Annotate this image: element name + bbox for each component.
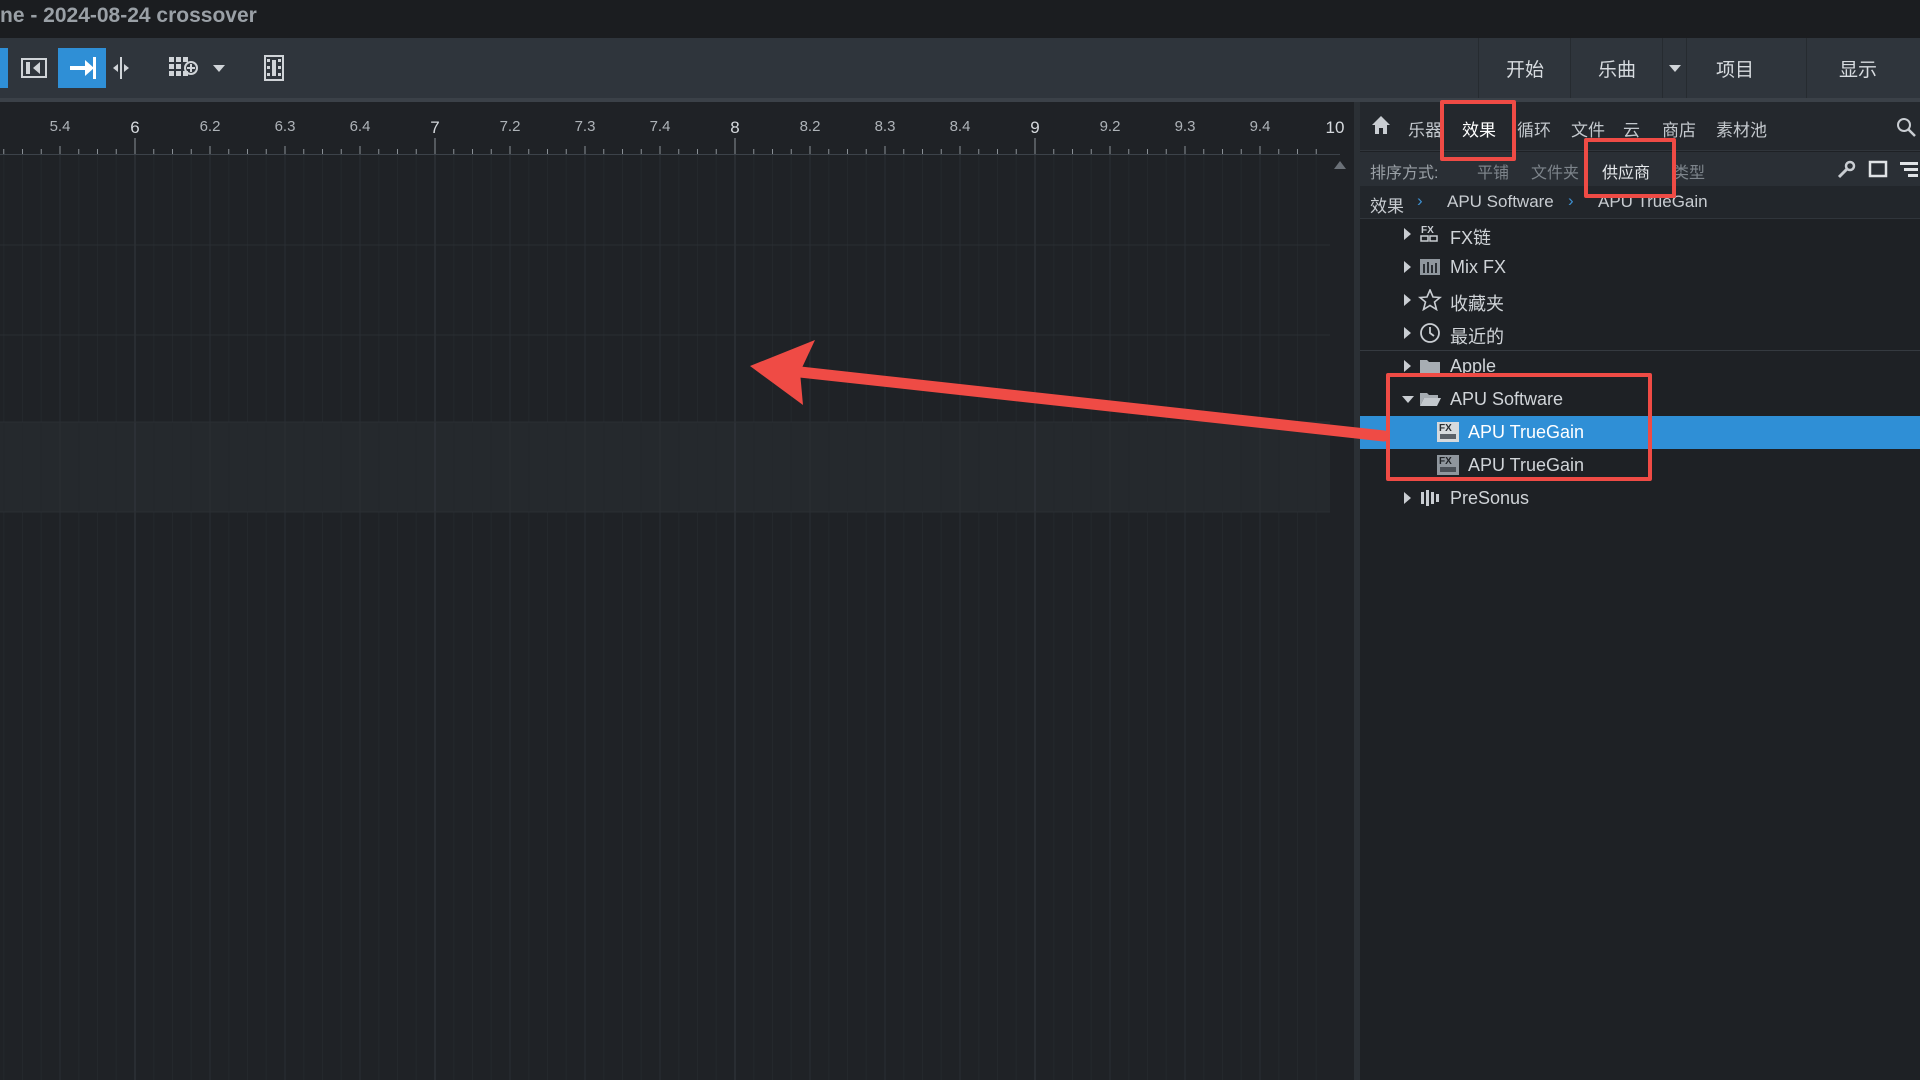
highlight-box-effects-tab [1440, 100, 1516, 161]
window-icon[interactable] [1868, 160, 1888, 183]
chevron-down-icon[interactable] [1662, 38, 1687, 98]
tree-label: Mix FX [1450, 257, 1506, 277]
loop-start-icon[interactable] [16, 48, 52, 88]
svg-text:FX: FX [1421, 225, 1434, 236]
list-item[interactable]: Mix FX [1360, 251, 1920, 284]
sort-folder[interactable]: 文件夹 [1531, 159, 1579, 183]
split-tool-icon[interactable] [108, 48, 134, 88]
breadcrumb-effects[interactable]: 效果 [1370, 192, 1404, 217]
star-icon [1417, 287, 1443, 312]
sort-flat[interactable]: 平铺 [1477, 159, 1509, 183]
ruler-tick-label: 9.2 [1099, 118, 1121, 135]
presonus-icon [1418, 487, 1442, 509]
chevron-right-icon: › [1417, 191, 1423, 210]
track-grid[interactable] [0, 155, 1330, 1080]
ruler-tick-label: 5.4 [49, 118, 71, 135]
highlight-box-apu-software [1386, 373, 1652, 481]
ruler-tick-label: 7.2 [499, 118, 521, 135]
nav-start-button[interactable]: 开始 [1478, 38, 1571, 98]
clock-icon [1418, 322, 1442, 344]
expand-arrow-icon[interactable] [1404, 294, 1411, 306]
tree-label: PreSonus [1450, 488, 1530, 508]
list-view-icon[interactable] [1898, 160, 1918, 183]
sort-type[interactable]: 类型 [1673, 159, 1705, 183]
video-film-icon[interactable] [258, 48, 290, 88]
breadcrumb-apu-software[interactable]: APU Software [1447, 192, 1554, 212]
ruler-tick-label: 8.4 [949, 118, 971, 135]
tree-label: 收藏夹 [1450, 294, 1504, 314]
nav-song-button[interactable]: 乐曲 [1570, 38, 1663, 98]
ruler-tick-label: 8.2 [799, 118, 821, 135]
tab-instruments[interactable]: 乐器 [1408, 116, 1442, 141]
ruler-tick-label: 8 [730, 118, 740, 137]
expand-arrow-icon[interactable] [1404, 228, 1411, 240]
timeline-ruler[interactable]: 5.4 6 6.2 6.3 6.4 7 7.2 7.3 7.4 8 8.2 8.3 8.4 9 9.2 9.3… [0, 102, 1344, 155]
list-item[interactable]: FX FX链 [1360, 218, 1920, 251]
vertical-scrollbar[interactable] [1330, 155, 1350, 1080]
nav-show-button[interactable]: 显示 [1806, 38, 1909, 98]
ruler-tick-label: 6.3 [274, 118, 296, 135]
list-item[interactable]: PreSonus [1360, 482, 1920, 515]
toolbar: 开始 乐曲 项目 显示 [0, 38, 1920, 102]
wrench-icon[interactable] [1836, 160, 1856, 185]
tab-loops[interactable]: 循环 [1517, 116, 1551, 141]
ruler-tick-label: 6 [130, 118, 140, 137]
ruler-tick-label: 9.4 [1249, 118, 1271, 135]
sort-label: 排序方式: [1370, 165, 1439, 182]
tree-label: 最近的 [1450, 327, 1504, 347]
ruler-tick-label: 10 [1325, 118, 1345, 137]
snap-grid-icon[interactable] [164, 48, 204, 88]
list-item[interactable]: 最近的 [1360, 317, 1920, 350]
ruler-tick-label: 6.2 [199, 118, 221, 135]
fx-chain-icon: FX [1418, 223, 1442, 245]
chevron-down-icon[interactable] [208, 48, 230, 88]
ruler-tick-label: 7.3 [574, 118, 596, 135]
expand-arrow-icon[interactable] [1404, 327, 1411, 339]
ruler-tick-label: 9 [1030, 118, 1040, 137]
list-item[interactable]: 收藏夹 [1360, 284, 1920, 317]
arrangement-view[interactable]: 5.4 6 6.2 6.3 6.4 7 7.2 7.3 7.4 8 8.2 8.3 8.4 9 9.2 9.3… [0, 102, 1354, 1080]
ruler-tick-label: 7 [430, 118, 440, 137]
search-icon[interactable] [1895, 116, 1917, 143]
chevron-right-icon: › [1568, 191, 1574, 210]
mix-fx-icon [1418, 256, 1442, 278]
ruler-tick-label: 9.3 [1174, 118, 1196, 135]
expand-arrow-icon[interactable] [1404, 261, 1411, 273]
tool-edge-button[interactable] [0, 48, 8, 88]
tree-label: FX链 [1450, 228, 1492, 248]
expand-arrow-icon[interactable] [1404, 492, 1411, 504]
home-icon[interactable] [1370, 114, 1392, 141]
tab-pool[interactable]: 素材池 [1716, 116, 1767, 141]
ruler-tick-label: 6.4 [349, 118, 371, 135]
highlight-box-vendor-sort [1584, 138, 1676, 198]
window-title: ne - 2024-08-24 crossover [0, 4, 257, 27]
browser-panel: 乐器 效果 循环 文件 云 商店 素材池 排序方式: 平铺 文件夹 供应商 类型… [1360, 102, 1920, 1080]
ruler-tick-label: 8.3 [874, 118, 896, 135]
follow-arrow-button[interactable] [58, 48, 106, 88]
ruler-tick-label: 7.4 [649, 118, 671, 135]
expand-arrow-icon[interactable] [1404, 360, 1411, 372]
title-bar: ne - 2024-08-24 crossover [0, 0, 1920, 38]
nav-project-button[interactable]: 项目 [1686, 38, 1783, 98]
